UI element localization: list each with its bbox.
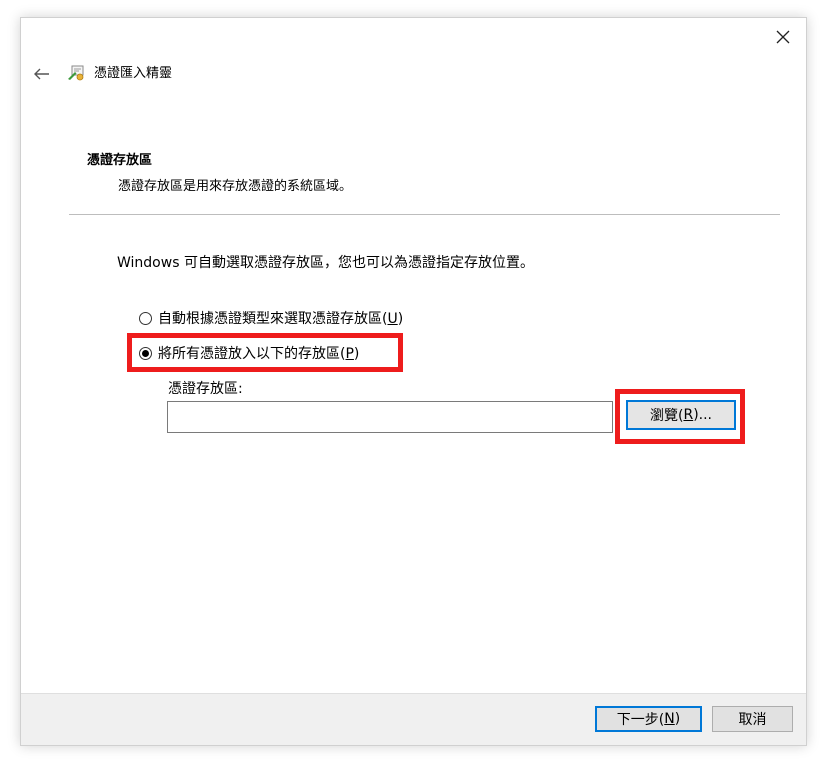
auto-select-store-radio[interactable]: 自動根據憑證類型來選取憑證存放區(U) xyxy=(139,308,403,328)
browse-button[interactable]: 瀏覽(R)... xyxy=(626,400,736,430)
place-in-store-radio[interactable]: 將所有憑證放入以下的存放區(P) xyxy=(139,343,359,363)
radio-label: 自動根據憑證類型來選取憑證存放區(U) xyxy=(158,311,404,327)
certificate-wizard-icon xyxy=(68,65,84,81)
header-divider xyxy=(69,214,780,215)
radio-label: 將所有憑證放入以下的存放區(P) xyxy=(158,346,360,362)
radio-indicator-checked[interactable] xyxy=(139,346,152,360)
page-description: 憑證存放區是用來存放憑證的系統區域。 xyxy=(118,179,353,194)
store-label: 憑證存放區: xyxy=(168,381,243,397)
cancel-button[interactable]: 取消 xyxy=(712,706,793,732)
radio-indicator[interactable] xyxy=(139,311,152,325)
certificate-store-input[interactable] xyxy=(167,401,613,433)
back-arrow-icon xyxy=(34,68,49,80)
certificate-import-wizard-window: 憑證匯入精靈 憑證存放區 憑證存放區是用來存放憑證的系統區域。 Windows … xyxy=(20,17,807,746)
intro-text: Windows 可自動選取憑證存放區，您也可以為憑證指定存放位置。 xyxy=(117,255,534,271)
close-icon xyxy=(776,30,790,44)
close-button[interactable] xyxy=(766,22,800,52)
back-button[interactable] xyxy=(30,62,54,86)
next-button[interactable]: 下一步(N) xyxy=(595,706,702,732)
footer-bar: 下一步(N) 取消 xyxy=(21,693,806,745)
wizard-title: 憑證匯入精靈 xyxy=(94,66,173,81)
page-title: 憑證存放區 xyxy=(87,153,153,168)
